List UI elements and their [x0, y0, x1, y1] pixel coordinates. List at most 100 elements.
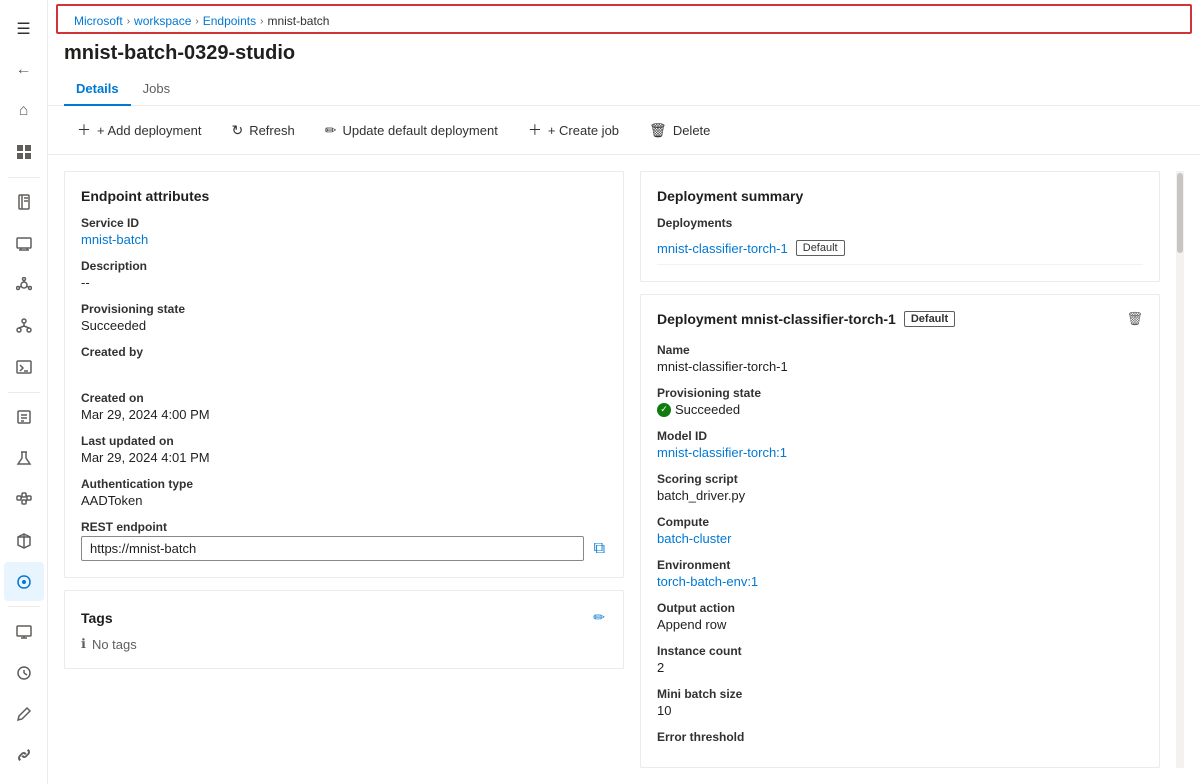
no-tags-text: ℹ No tags	[81, 636, 607, 652]
deployment-row: mnist-classifier-torch-1 Default	[657, 232, 1143, 265]
detail-model-value[interactable]: mnist-classifier-torch:1	[657, 445, 1143, 460]
created-on-value: Mar 29, 2024 4:00 PM	[81, 407, 607, 422]
hamburger-icon[interactable]: ☰	[4, 9, 44, 48]
tabs-bar: Details Jobs	[48, 73, 1200, 106]
deployment-detail-badge: Default	[904, 311, 955, 327]
home-icon[interactable]: ⌂	[4, 91, 44, 130]
experiments-icon[interactable]	[4, 439, 44, 478]
clock-icon[interactable]	[4, 654, 44, 693]
breadcrumb: Microsoft › workspace › Endpoints › mnis…	[56, 4, 1192, 34]
scrollbar-thumb[interactable]	[1177, 173, 1183, 253]
refresh-icon: ↻	[231, 122, 243, 139]
detail-output-value: Append row	[657, 617, 1143, 632]
deployment-summary-card: Deployment summary Deployments mnist-cla…	[640, 171, 1160, 282]
provisioning-state-value: Succeeded	[81, 318, 607, 333]
deployments-label: Deployments	[657, 216, 1143, 230]
breadcrumb-sep-3: ›	[260, 16, 263, 27]
auth-type-label: Authentication type	[81, 477, 607, 491]
detail-scoring-label: Scoring script	[657, 472, 1143, 486]
last-updated-label: Last updated on	[81, 434, 607, 448]
pipelines-icon[interactable]	[4, 480, 44, 519]
network-icon[interactable]	[4, 265, 44, 304]
create-job-icon: ＋	[528, 120, 542, 140]
rest-endpoint-input[interactable]	[81, 536, 584, 561]
detail-prov-value-row: ✓ Succeeded	[657, 402, 1143, 417]
auth-type-value: AADToken	[81, 493, 607, 508]
provisioning-state-label: Provisioning state	[81, 302, 607, 316]
notebook-icon[interactable]	[4, 183, 44, 222]
endpoint-attributes-title: Endpoint attributes	[81, 188, 607, 204]
models-icon[interactable]	[4, 521, 44, 560]
description-label: Description	[81, 259, 607, 273]
detail-env-value[interactable]: torch-batch-env:1	[657, 574, 1143, 589]
detail-compute-value[interactable]: batch-cluster	[657, 531, 1143, 546]
deployment-detail-title-text: Deployment mnist-classifier-torch-1	[657, 311, 896, 327]
created-by-value	[81, 361, 607, 379]
breadcrumb-sep-2: ›	[195, 16, 198, 27]
detail-instance-label: Instance count	[657, 644, 1143, 658]
compute-icon[interactable]	[4, 224, 44, 263]
detail-minibatch-label: Mini batch size	[657, 687, 1143, 701]
deployment-summary-badge: Default	[796, 240, 845, 256]
tab-details[interactable]: Details	[64, 73, 131, 106]
endpoint-attributes-card: Endpoint attributes Service ID mnist-bat…	[64, 171, 624, 578]
created-by-label: Created by	[81, 345, 607, 359]
succeeded-icon: ✓	[657, 403, 671, 417]
breadcrumb-microsoft[interactable]: Microsoft	[74, 14, 123, 28]
update-default-button[interactable]: ✏ Update default deployment	[312, 116, 511, 145]
add-deployment-button[interactable]: ＋ + Add deployment	[64, 114, 214, 146]
deployment-delete-icon[interactable]: 🗑	[1126, 311, 1143, 327]
edit-icon[interactable]	[4, 695, 44, 734]
scrollbar[interactable]	[1176, 171, 1184, 768]
detail-prov-label: Provisioning state	[657, 386, 1143, 400]
detail-name-label: Name	[657, 343, 1143, 357]
detail-error-label: Error threshold	[657, 730, 1143, 744]
description-value: --	[81, 275, 607, 290]
tab-jobs[interactable]: Jobs	[131, 73, 182, 106]
rest-endpoint-row: ⧉	[81, 536, 607, 561]
service-id-value[interactable]: mnist-batch	[81, 232, 607, 247]
monitor-icon[interactable]	[4, 612, 44, 651]
tags-edit-icon[interactable]: ✏	[591, 607, 607, 628]
delete-button[interactable]: 🗑 Delete	[636, 116, 723, 145]
rest-endpoint-label: REST endpoint	[81, 520, 607, 534]
detail-name-value: mnist-classifier-torch-1	[657, 359, 1143, 374]
back-icon[interactable]: ←	[4, 50, 44, 89]
main-content: Microsoft › workspace › Endpoints › mnis…	[48, 0, 1200, 784]
tags-header: Tags ✏	[81, 607, 607, 628]
detail-prov-value: Succeeded	[675, 402, 740, 417]
detail-env-label: Environment	[657, 558, 1143, 572]
tree-icon[interactable]	[4, 306, 44, 345]
detail-model-label: Model ID	[657, 429, 1143, 443]
detail-output-label: Output action	[657, 601, 1143, 615]
detail-compute-label: Compute	[657, 515, 1143, 529]
terminal-icon[interactable]	[4, 347, 44, 386]
toolbar: ＋ + Add deployment ↻ Refresh ✏ Update de…	[48, 106, 1200, 155]
deployment-detail-title-row: Deployment mnist-classifier-torch-1 Defa…	[657, 311, 955, 327]
delete-icon: 🗑	[649, 122, 667, 139]
breadcrumb-endpoints[interactable]: Endpoints	[203, 14, 256, 28]
deployment-summary-name[interactable]: mnist-classifier-torch-1	[657, 241, 788, 256]
copy-icon[interactable]: ⧉	[592, 538, 607, 560]
detail-minibatch-value: 10	[657, 703, 1143, 718]
jobs-icon[interactable]	[4, 398, 44, 437]
deployment-summary-title: Deployment summary	[657, 188, 1143, 204]
link-icon[interactable]	[4, 736, 44, 775]
update-icon: ✏	[325, 122, 337, 139]
refresh-button[interactable]: ↻ Refresh	[218, 116, 307, 145]
tags-card: Tags ✏ ℹ No tags	[64, 590, 624, 669]
create-job-button[interactable]: ＋ + Create job	[515, 114, 632, 146]
breadcrumb-current: mnist-batch	[267, 14, 329, 28]
add-icon: ＋	[77, 120, 91, 140]
tags-title: Tags	[81, 610, 113, 626]
sidebar: ☰ ← ⌂	[0, 0, 48, 784]
detail-scoring-value: batch_driver.py	[657, 488, 1143, 503]
detail-instance-value: 2	[657, 660, 1143, 675]
info-icon: ℹ	[81, 636, 86, 652]
endpoints-icon[interactable]	[4, 562, 44, 601]
breadcrumb-sep-1: ›	[127, 16, 130, 27]
left-panel: Endpoint attributes Service ID mnist-bat…	[64, 171, 624, 768]
dashboard-icon[interactable]	[4, 133, 44, 172]
breadcrumb-workspace[interactable]: workspace	[134, 14, 191, 28]
page-title: mnist-batch-0329-studio	[48, 38, 1200, 73]
